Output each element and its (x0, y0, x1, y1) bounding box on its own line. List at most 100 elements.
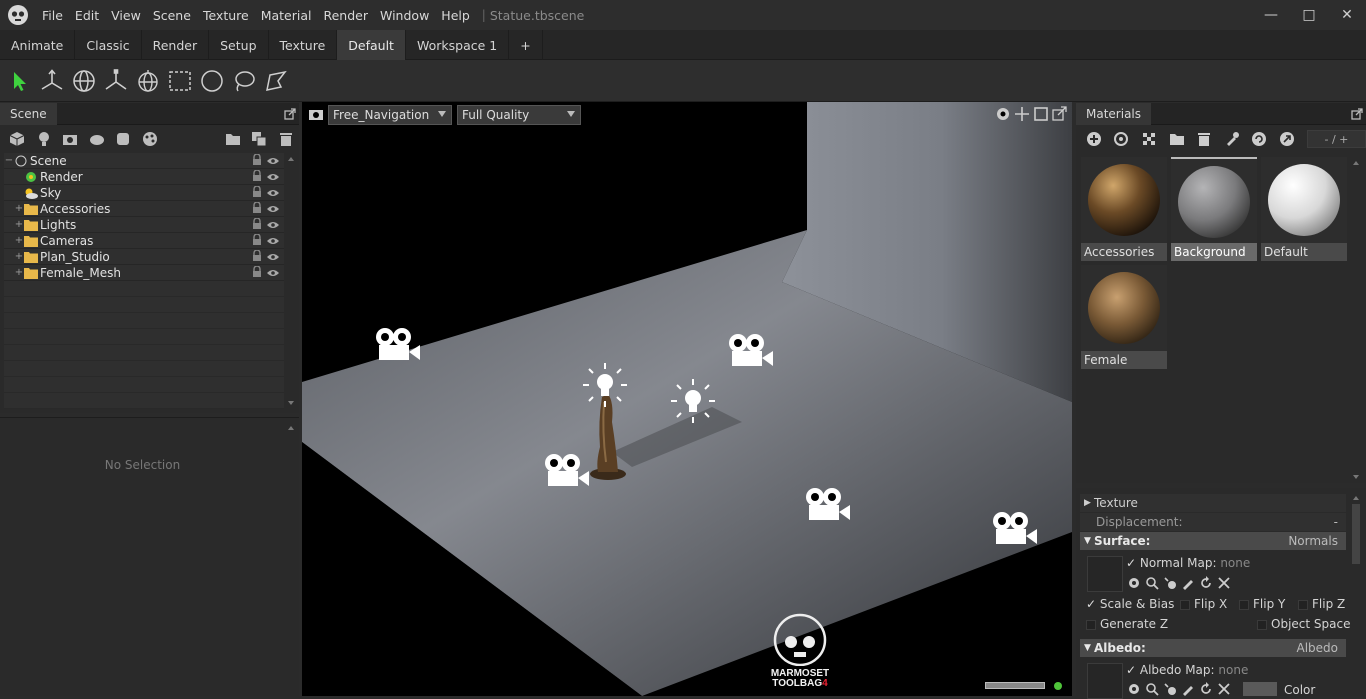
expand-toggle[interactable]: + (14, 251, 24, 262)
expand-toggle[interactable]: + (14, 267, 24, 278)
checkbox-box[interactable] (1180, 599, 1190, 610)
material-female[interactable]: Female (1081, 265, 1167, 369)
albedo-map-thumbnail[interactable] (1087, 663, 1123, 699)
expand-toggle[interactable]: + (14, 203, 24, 214)
tab-texture[interactable]: Texture (269, 30, 338, 60)
scale-bias-checkbox[interactable]: ✓ Scale & Bias (1086, 597, 1174, 611)
scene-panel-title[interactable]: Scene (0, 102, 57, 125)
albedo-section[interactable]: ▼ Albedo: Albedo (1080, 639, 1346, 657)
lock-icon[interactable] (252, 201, 262, 217)
materials-scrollbar[interactable] (1350, 157, 1362, 483)
menu-view[interactable]: View (105, 8, 147, 23)
normal-map-row[interactable]: ✓ Normal Map: none (1126, 556, 1250, 570)
checker-icon[interactable] (1135, 127, 1163, 151)
maximize-button[interactable]: □ (1290, 0, 1328, 30)
pick-icon[interactable] (1163, 576, 1177, 590)
material-accessories[interactable]: Accessories (1081, 157, 1167, 261)
camera-mode-select[interactable]: Free_Navigation (328, 105, 452, 125)
menu-help[interactable]: Help (435, 8, 476, 23)
tree-item-plan-studio[interactable]: + Plan_Studio (4, 249, 284, 265)
visibility-eye-icon[interactable] (266, 203, 280, 217)
circle-select-icon[interactable] (196, 65, 228, 97)
pick-material-icon[interactable] (1218, 127, 1246, 151)
visibility-eye-icon[interactable] (266, 155, 280, 169)
visibility-eye-icon[interactable] (266, 267, 280, 281)
camera-gizmo-icon[interactable] (804, 486, 852, 524)
tab-default[interactable]: Default (337, 30, 406, 60)
checkbox-box[interactable] (1257, 619, 1267, 630)
clear-x-icon[interactable] (1217, 576, 1231, 590)
flip-x-checkbox[interactable]: Flip X (1180, 597, 1227, 611)
flip-z-checkbox[interactable]: Flip Z (1298, 597, 1345, 611)
expand-toggle[interactable]: + (14, 219, 24, 230)
quality-select[interactable]: Full Quality (457, 105, 581, 125)
delete-icon[interactable] (272, 127, 298, 151)
reload-icon[interactable] (1199, 682, 1213, 696)
pick-icon[interactable] (1163, 682, 1177, 696)
tab-setup[interactable]: Setup (209, 30, 269, 60)
tab-classic[interactable]: Classic (75, 30, 142, 60)
rotate-gizmo-icon[interactable] (68, 65, 100, 97)
tree-item-female-mesh[interactable]: + Female_Mesh (4, 265, 284, 281)
checkbox-box[interactable] (1086, 619, 1096, 630)
add-light-icon[interactable] (30, 127, 56, 151)
new-folder-icon[interactable] (220, 127, 246, 151)
object-space-checkbox[interactable]: Object Space (1257, 617, 1350, 631)
add-tab-button[interactable]: + (509, 30, 543, 60)
material-props-scrollbar[interactable] (1350, 492, 1362, 696)
color-swatch[interactable] (1243, 682, 1277, 696)
duplicate-material-icon[interactable] (1108, 127, 1136, 151)
checkbox-box[interactable] (1298, 599, 1308, 610)
edit-pencil-icon[interactable] (1181, 576, 1195, 590)
visibility-eye-icon[interactable] (266, 219, 280, 233)
menu-render[interactable]: Render (317, 8, 374, 23)
lock-icon[interactable] (252, 249, 262, 265)
lock-icon[interactable] (252, 233, 262, 249)
properties-scrollbar[interactable] (285, 422, 297, 692)
visibility-eye-icon[interactable] (266, 187, 280, 201)
rect-select-icon[interactable] (164, 65, 196, 97)
expand-toggle[interactable]: + (14, 235, 24, 246)
add-mesh-icon[interactable] (4, 127, 30, 151)
screenshot-camera-icon[interactable] (308, 106, 324, 122)
albedo-value[interactable]: Albedo (1296, 641, 1338, 655)
texture-section[interactable]: ▶ Texture (1080, 494, 1346, 512)
tree-item-scene[interactable]: − Scene (4, 153, 284, 169)
lock-icon[interactable] (252, 153, 262, 169)
export-icon[interactable] (1273, 127, 1301, 151)
add-material-icon[interactable] (1080, 127, 1108, 151)
tab-render[interactable]: Render (142, 30, 210, 60)
world-gizmo-icon[interactable] (132, 65, 164, 97)
materials-panel-title[interactable]: Materials (1076, 102, 1152, 125)
menu-file[interactable]: File (36, 8, 69, 23)
close-button[interactable]: ✕ (1328, 0, 1366, 30)
lock-icon[interactable] (252, 217, 262, 233)
camera-gizmo-icon[interactable] (543, 452, 591, 490)
checkbox-box[interactable] (1239, 599, 1249, 610)
paint-select-icon[interactable] (260, 65, 292, 97)
lock-icon[interactable] (252, 169, 262, 185)
popout-icon[interactable] (1052, 106, 1068, 122)
menu-edit[interactable]: Edit (69, 8, 105, 23)
collapse-toggle[interactable]: − (4, 155, 14, 166)
visibility-eye-icon[interactable] (266, 251, 280, 265)
camera-gizmo-icon[interactable] (374, 326, 422, 364)
move-view-icon[interactable] (1014, 106, 1030, 122)
select-arrow-icon[interactable] (4, 65, 36, 97)
menu-window[interactable]: Window (374, 8, 435, 23)
search-icon[interactable] (1145, 576, 1159, 590)
edit-pencil-icon[interactable] (1181, 682, 1195, 696)
material-page-indicator[interactable]: - / + (1306, 130, 1366, 148)
flip-y-checkbox[interactable]: Flip Y (1239, 597, 1285, 611)
popout-icon[interactable] (1348, 103, 1366, 125)
fullscreen-icon[interactable] (1033, 106, 1049, 122)
add-sky-icon[interactable] (83, 127, 109, 151)
tree-item-cameras[interactable]: + Cameras (4, 233, 284, 249)
duplicate-icon[interactable] (246, 127, 272, 151)
surface-value[interactable]: Normals (1288, 534, 1338, 548)
menu-texture[interactable]: Texture (197, 8, 255, 23)
camera-gizmo-icon[interactable] (727, 332, 775, 370)
refresh-icon[interactable] (1246, 127, 1274, 151)
delete-material-icon[interactable] (1190, 127, 1218, 151)
camera-gizmo-icon[interactable] (991, 510, 1039, 548)
